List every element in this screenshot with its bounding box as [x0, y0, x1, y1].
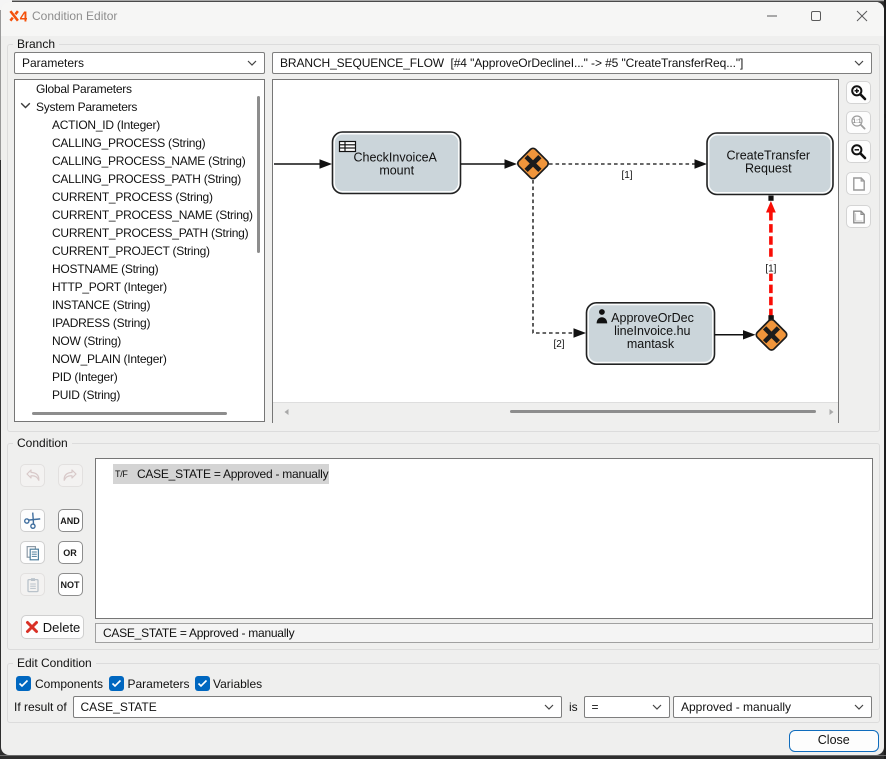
svg-text:Request: Request — [745, 162, 792, 176]
svg-text:mount: mount — [379, 164, 414, 178]
svg-text:lineInvoice.hu: lineInvoice.hu — [614, 324, 690, 338]
svg-text:1:1: 1:1 — [853, 119, 862, 125]
svg-text:4: 4 — [20, 10, 27, 22]
svg-text:mantask: mantask — [627, 337, 675, 351]
svg-text:[1]: [1] — [621, 170, 632, 181]
svg-text:[1]: [1] — [765, 264, 776, 275]
svg-text:[2]: [2] — [553, 339, 564, 350]
svg-text:CheckInvoiceA: CheckInvoiceA — [354, 151, 438, 165]
svg-text:CreateTransfer: CreateTransfer — [727, 149, 811, 163]
